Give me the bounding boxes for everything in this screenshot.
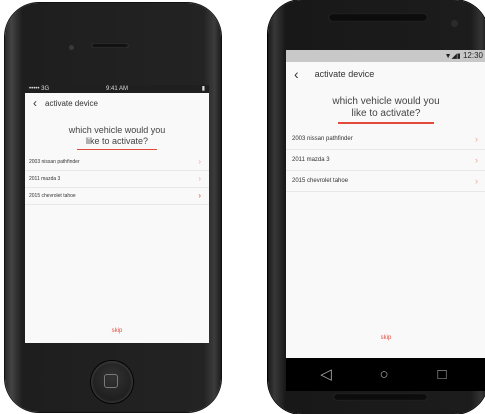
vehicle-row[interactable]: 2011 mazda 3 ›	[25, 171, 209, 188]
vehicle-label: 2015 chevrolet tahoe	[292, 177, 349, 184]
vehicle-row[interactable]: 2011 mazda 3 ›	[286, 150, 485, 171]
vehicle-row[interactable]: 2015 chevrolet tahoe ›	[286, 171, 485, 192]
page-title: activate device	[45, 98, 98, 108]
question-underline	[338, 122, 434, 124]
chevron-right-icon: ›	[475, 175, 478, 186]
iphone-device: ••••• 3G 9:41 AM ▮ ‹ activate device whi…	[5, 3, 221, 412]
vehicle-label: 2003 nissan pathfinder	[29, 159, 80, 165]
signal-wifi-battery-icon: ▼◢▮	[444, 53, 461, 60]
nav-home-icon[interactable]: ○	[374, 365, 394, 385]
back-chevron-icon[interactable]: ‹	[33, 96, 37, 110]
top-speaker	[328, 13, 428, 22]
vehicle-row[interactable]: 2003 nissan pathfinder ›	[25, 154, 209, 171]
app-bar: ‹ activate device	[25, 93, 209, 113]
page-title: activate device	[314, 69, 375, 79]
home-button[interactable]	[91, 361, 133, 403]
question-line-2: like to activate?	[351, 108, 421, 119]
back-chevron-icon[interactable]: ‹	[294, 66, 299, 82]
chevron-right-icon: ›	[198, 191, 201, 200]
chevron-right-icon: ›	[198, 174, 201, 183]
android-screen: ▼◢▮ 12:30 ‹ activate device which vehicl…	[286, 50, 485, 391]
chevron-right-icon: ›	[475, 133, 478, 144]
status-bar: ••••• 3G 9:41 AM ▮	[25, 85, 209, 93]
app-bar: ‹ activate device	[286, 62, 485, 86]
vehicle-label: 2015 chevrolet tahoe	[29, 193, 76, 199]
front-camera	[69, 45, 74, 50]
nav-recents-icon[interactable]: □	[432, 365, 452, 385]
chevron-right-icon: ›	[198, 157, 201, 166]
vehicle-question: which vehicle would you like to activate…	[286, 96, 485, 120]
status-time: 12:30	[462, 51, 483, 60]
front-camera	[451, 20, 458, 27]
vehicle-label: 2011 mazda 3	[292, 156, 330, 163]
vehicle-label: 2003 nissan pathfinder	[292, 135, 353, 142]
vehicle-list: 2003 nissan pathfinder › 2011 mazda 3 › …	[286, 129, 485, 192]
earpiece-speaker	[91, 43, 129, 48]
vehicle-row[interactable]: 2015 chevrolet tahoe ›	[25, 188, 209, 205]
bottom-speaker	[333, 393, 428, 401]
question-underline	[77, 149, 157, 150]
status-bar: ▼◢▮ 12:30	[286, 50, 485, 62]
android-device: ▼◢▮ 12:30 ‹ activate device which vehicl…	[268, 0, 485, 414]
home-square-icon	[104, 374, 118, 388]
battery-indicator: ▮	[201, 86, 205, 92]
vehicle-label: 2011 mazda 3	[29, 176, 61, 182]
skip-button[interactable]: skip	[286, 335, 485, 341]
android-nav-bar: ◁ ○ □	[286, 358, 485, 391]
chevron-right-icon: ›	[475, 154, 478, 165]
nav-back-icon[interactable]: ◁	[316, 365, 336, 385]
vehicle-list: 2003 nissan pathfinder › 2011 mazda 3 › …	[25, 154, 209, 205]
question-line-1: which vehicle would you	[332, 96, 440, 107]
status-right: ▼◢▮ 12:30	[445, 50, 483, 63]
question-line-1: which vehicle would you	[68, 125, 166, 135]
vehicle-question: which vehicle would you like to activate…	[25, 125, 209, 147]
status-time: 9:41 AM	[105, 86, 128, 92]
vehicle-row[interactable]: 2003 nissan pathfinder ›	[286, 129, 485, 150]
question-line-2: like to activate?	[85, 136, 149, 146]
skip-button[interactable]: skip	[25, 328, 209, 334]
iphone-screen: ••••• 3G 9:41 AM ▮ ‹ activate device whi…	[25, 85, 209, 343]
